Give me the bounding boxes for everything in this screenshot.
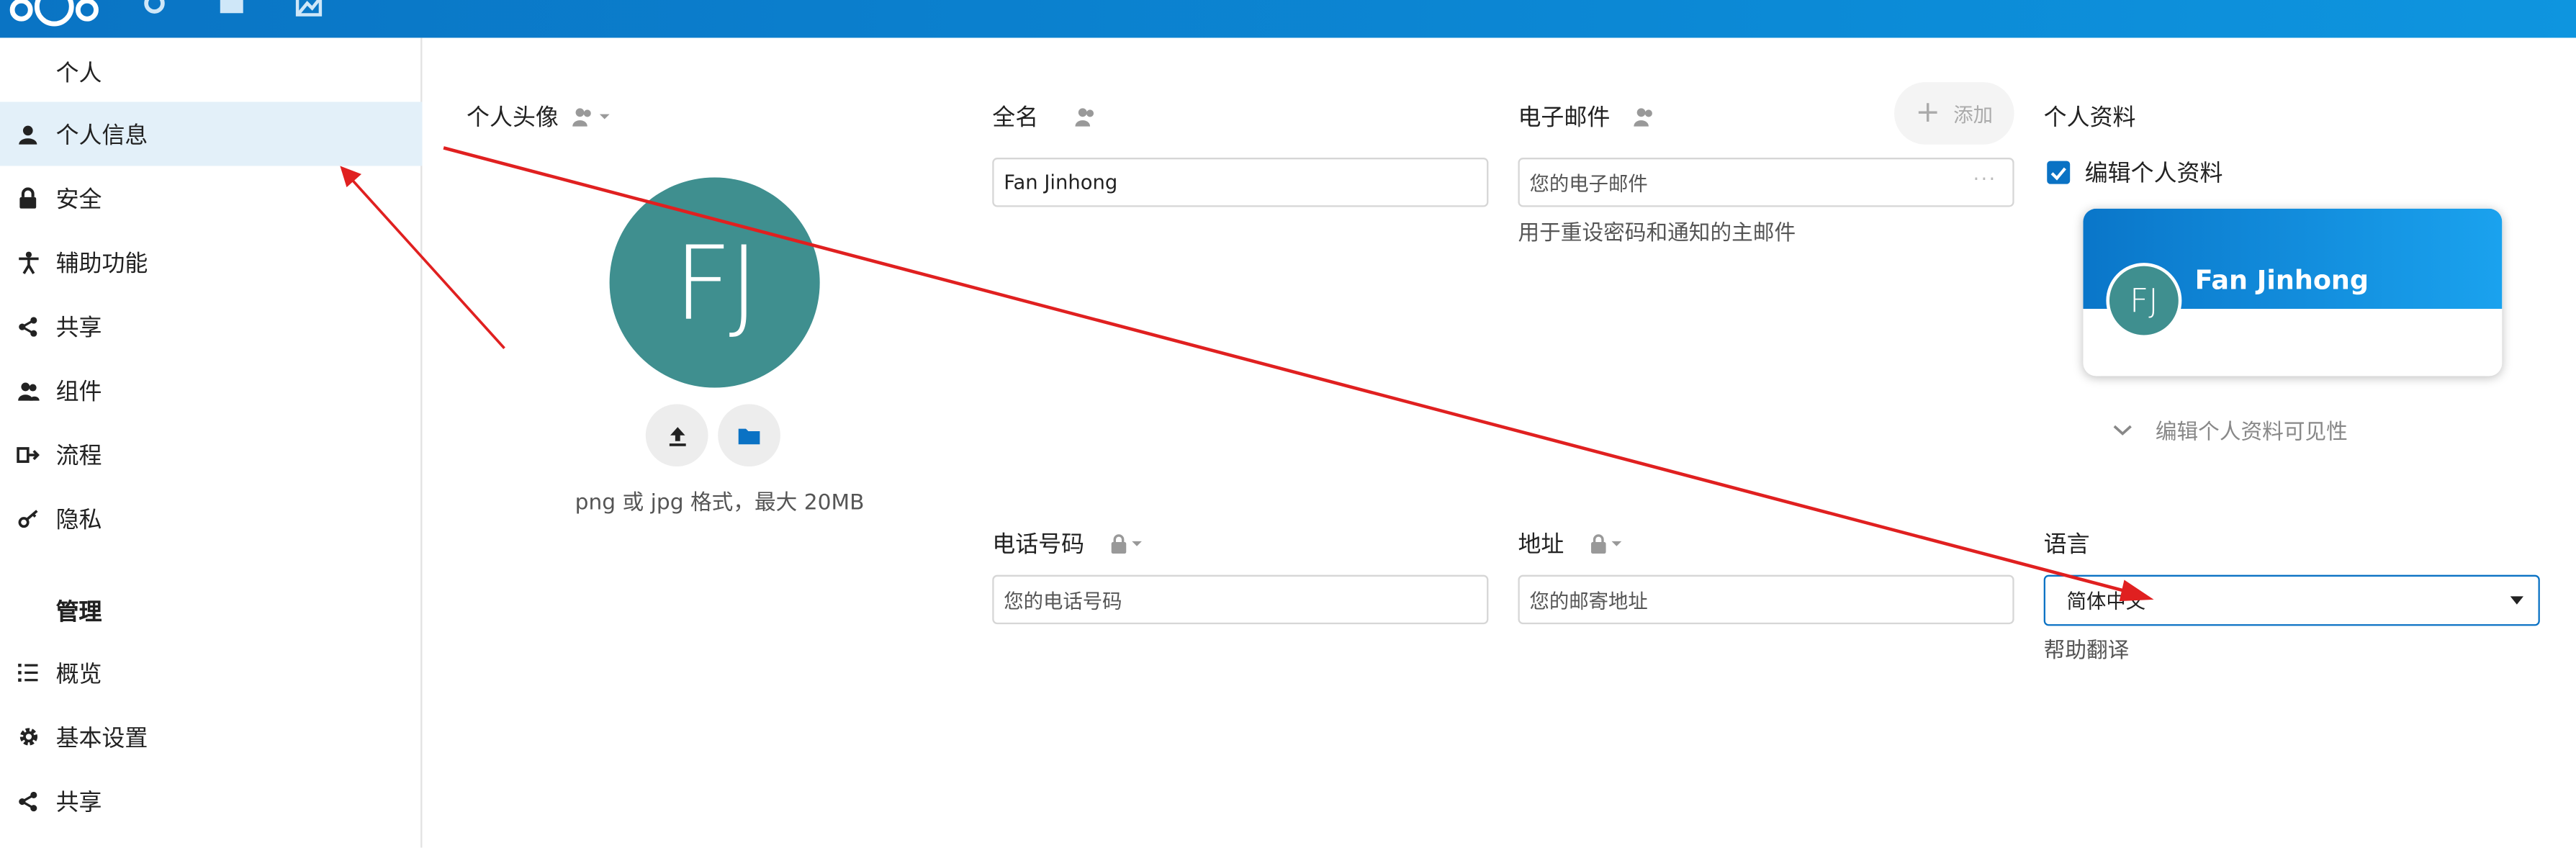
share-icon [0, 790, 56, 811]
phone-scope-dropdown[interactable] [1111, 534, 1144, 554]
photos-icon[interactable] [295, 0, 323, 23]
address-heading: 地址 [1518, 527, 1623, 560]
email-input[interactable]: 您的电子邮件 [1518, 158, 2014, 207]
group-icon [0, 380, 56, 400]
address-heading-label: 地址 [1518, 532, 1564, 559]
admin-section-title: 管理 [55, 599, 102, 626]
chevron-down-icon [2113, 424, 2132, 435]
folder-icon [738, 428, 760, 444]
files-icon[interactable] [218, 0, 245, 23]
dashboard-icon[interactable] [141, 0, 168, 23]
sidebar-item-security[interactable]: 安全 [0, 166, 422, 230]
plus-icon: + [1915, 95, 1940, 130]
add-email-label: 添加 [1953, 102, 1994, 126]
phone-input[interactable]: 您的电话号码 [992, 574, 1489, 625]
lock-icon [1111, 534, 1127, 554]
profile-visibility-label: 编辑个人资料可见性 [2155, 420, 2348, 446]
caret-down-icon [1611, 541, 1622, 546]
sidebar-item-overview[interactable]: 概览 [0, 641, 422, 705]
sidebar-item-label: 共享 [55, 789, 102, 816]
accessibility-icon [0, 251, 56, 274]
caret-down-icon [2510, 596, 2523, 605]
sidebar-item-label: 基本设置 [55, 725, 148, 752]
settings-sidebar: 个人 个人信息 安全 辅助功能 共享 组件 流程 隐私 管理 概览 基本设置 共… [0, 37, 423, 848]
sidebar-item-basic-settings[interactable]: 基本设置 [0, 705, 422, 769]
avatar-scope-dropdown[interactable] [572, 107, 611, 127]
avatar-heading-label: 个人头像 [467, 105, 559, 132]
avatar-image[interactable]: FJ [609, 177, 820, 388]
sidebar-item-accessibility[interactable]: 辅助功能 [0, 230, 422, 294]
fullname-heading: 全名 [992, 100, 1097, 133]
key-icon [0, 508, 56, 528]
sidebar-item-label: 概览 [55, 661, 102, 687]
email-actions-icon[interactable]: ··· [1973, 168, 1997, 191]
lock-icon [1591, 534, 1606, 554]
choose-avatar-from-files-button[interactable] [718, 404, 780, 467]
sidebar-item-label: 隐私 [55, 506, 102, 533]
phone-heading: 电话号码 [992, 527, 1143, 560]
checkmark-icon [2050, 166, 2066, 180]
personal-section-title: 个人 [55, 60, 102, 87]
email-heading-label: 电子邮件 [1518, 105, 1611, 132]
flow-icon [0, 444, 56, 464]
contacts-scope-icon [572, 108, 591, 127]
profile-preview-card[interactable]: FJ Fan Jinhong [2083, 208, 2503, 376]
edit-profile-checkbox[interactable] [2047, 161, 2071, 184]
avatar-format-hint: png 或 jpg 格式，最大 20MB [575, 491, 865, 516]
sidebar-item-privacy[interactable]: 隐私 [0, 486, 422, 550]
sidebar-item-personal-info[interactable]: 个人信息 [0, 102, 423, 166]
help-translate-link[interactable]: 帮助翻译 [2044, 633, 2130, 664]
caret-down-icon [1132, 541, 1142, 546]
list-icon [0, 663, 56, 682]
edit-profile-label[interactable]: 编辑个人资料 [2085, 156, 2223, 189]
profile-heading: 个人资料 [2043, 105, 2136, 132]
add-email-button[interactable]: + 添加 [1894, 82, 2014, 145]
profile-card-name: Fan Jinhong [2194, 264, 2369, 296]
caret-down-icon [599, 114, 610, 119]
sidebar-item-label: 组件 [55, 378, 102, 405]
language-selected-value: 简体中文 [2066, 590, 2146, 613]
sidebar-item-flow[interactable]: 流程 [0, 422, 422, 486]
top-header [0, 0, 2576, 38]
language-select[interactable]: 简体中文 [2043, 574, 2540, 626]
sidebar-item-admin-sharing[interactable]: 共享 [0, 769, 422, 833]
sidebar-item-groupware[interactable]: 组件 [0, 358, 422, 422]
upload-avatar-button[interactable] [645, 404, 708, 467]
email-scope-button[interactable] [1633, 107, 1656, 127]
sidebar-item-label: 个人信息 [55, 122, 148, 149]
sidebar-item-label: 共享 [55, 314, 102, 341]
profile-card-avatar: FJ [2106, 263, 2182, 339]
address-input[interactable]: 您的邮寄地址 [1518, 574, 2014, 625]
language-heading: 语言 [2043, 532, 2090, 559]
sidebar-item-sharing[interactable]: 共享 [0, 294, 422, 358]
contacts-scope-icon [1075, 108, 1094, 127]
avatar-heading: 个人头像 [467, 100, 611, 133]
gear-icon [0, 726, 56, 748]
share-icon [0, 316, 56, 336]
fullname-input[interactable]: Fan Jinhong [992, 158, 1489, 207]
sidebar-item-label: 流程 [55, 442, 102, 469]
phone-heading-label: 电话号码 [992, 532, 1085, 559]
profile-visibility-toggle[interactable]: 编辑个人资料可见性 [2113, 414, 2348, 445]
email-hint: 用于重设密码和通知的主邮件 [1518, 222, 1796, 247]
contacts-scope-icon [1634, 108, 1652, 127]
address-scope-dropdown[interactable] [1590, 534, 1623, 554]
user-icon [0, 124, 56, 144]
upload-icon [668, 426, 685, 446]
email-heading: 电子邮件 [1518, 100, 1656, 133]
lock-icon [0, 187, 56, 209]
sidebar-item-label: 辅助功能 [55, 250, 148, 277]
nextcloud-logo[interactable] [9, 0, 102, 27]
fullname-heading-label: 全名 [992, 105, 1039, 132]
sidebar-item-label: 安全 [55, 186, 102, 213]
fullname-scope-button[interactable] [1074, 107, 1097, 127]
